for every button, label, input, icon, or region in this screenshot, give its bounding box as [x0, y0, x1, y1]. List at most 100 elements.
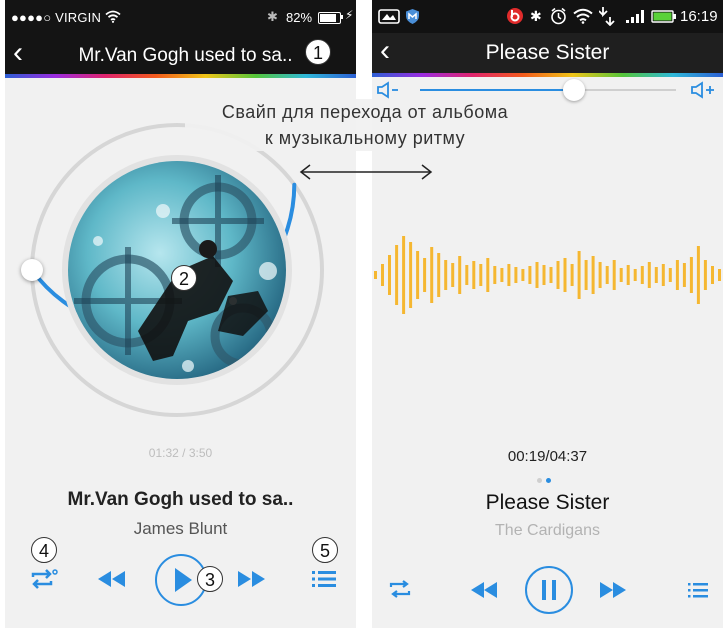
waveform-bar [444, 260, 448, 290]
callout-2: 2 [171, 265, 197, 291]
waveform-bar [591, 256, 595, 294]
clock: 16:19 [680, 8, 718, 25]
waveform-bar [556, 261, 560, 289]
volume-down-icon[interactable] [376, 81, 406, 99]
carrier-label: ●●●●○ VIRGIN [11, 10, 102, 25]
waveform-bar [381, 264, 384, 286]
waveform-bar [500, 268, 504, 282]
shield-icon [406, 9, 419, 24]
waveform-bar [640, 266, 644, 284]
waveform-bar [521, 269, 525, 281]
rhythm-waveform[interactable] [372, 230, 723, 320]
previous-button[interactable] [470, 580, 498, 600]
screenshot-icon [378, 9, 400, 24]
caption-line-2: к музыкальному ритму [264, 128, 466, 148]
waveform-bar [626, 265, 630, 285]
artist-name: James Blunt [133, 519, 228, 538]
waveform-bar [668, 268, 672, 282]
waveform-bar [451, 263, 455, 287]
swipe-caption: Свайп для перехода от альбома к музыкаль… [185, 99, 545, 151]
rainbow-divider [372, 73, 723, 77]
repeat-button[interactable] [29, 568, 59, 590]
waveform-bar [458, 256, 462, 294]
waveform-bar [718, 269, 721, 281]
waveform-bar [654, 267, 658, 283]
waveform-bar [493, 266, 497, 284]
callout-5: 5 [312, 537, 338, 563]
song-title: Mr.Van Gogh used to sa.. [67, 489, 294, 510]
data-transfer-icon [599, 7, 615, 26]
waveform-bar [388, 255, 391, 295]
playback-time: 00:19/04:37 [507, 448, 588, 465]
waveform-bar [535, 262, 539, 288]
battery-percent: 82% [286, 10, 313, 25]
page-dot [546, 478, 551, 483]
volume-slider[interactable] [420, 89, 676, 91]
playlist-icon [312, 571, 336, 587]
next-icon [238, 571, 265, 587]
bluetooth-icon: ✱ [530, 8, 542, 24]
playlist-button[interactable] [312, 570, 336, 588]
waveform-bar [486, 258, 490, 292]
volume-thumb[interactable] [562, 79, 585, 101]
waveform-bar [514, 267, 518, 283]
next-button[interactable] [237, 569, 267, 589]
playlist-button[interactable] [688, 582, 708, 598]
page-indicator [537, 470, 555, 488]
waveform-bar [661, 264, 665, 286]
repeat-icon [31, 569, 58, 589]
waveform-bar [507, 264, 511, 286]
song-title: Please Sister [485, 491, 610, 514]
waveform-bar [479, 264, 483, 286]
waveform-bar [633, 269, 637, 281]
volume-fill [420, 89, 574, 91]
waveform-bar [570, 264, 574, 286]
charging-icon: ⚡ [345, 8, 354, 22]
alarm-icon [551, 7, 566, 25]
waveform-bar [423, 258, 427, 292]
album-view-screen: ●●●●○ VIRGIN ✱ 82% ⚡ ‹ Mr.Van Gogh used … [5, 0, 356, 628]
rainbow-divider [5, 74, 356, 78]
volume-up-icon[interactable] [690, 81, 722, 99]
waveform-bar [577, 251, 581, 299]
battery-cap [341, 15, 343, 19]
repeat-icon [389, 580, 411, 598]
wifi-icon [105, 10, 121, 23]
waveform-bar [689, 257, 693, 293]
previous-icon [471, 582, 497, 598]
previous-button[interactable] [96, 569, 126, 589]
nav-bar: ‹ Mr.Van Gogh used to sa.. [5, 36, 356, 74]
waveform-bar [605, 266, 609, 284]
album-art-progress[interactable]: 2 [21, 120, 327, 420]
battery-icon [318, 12, 341, 24]
waveform-bar [696, 246, 700, 304]
pause-button[interactable] [524, 565, 574, 615]
bluetooth-icon: ✱ [267, 9, 278, 24]
waveform-bar [682, 263, 686, 287]
wifi-icon [573, 8, 593, 24]
status-bar: ✱ 16:19 [372, 0, 723, 33]
waveform-bar [374, 271, 377, 279]
waveform-bar [416, 251, 420, 299]
next-button[interactable] [599, 580, 627, 600]
waveform-bar [598, 262, 602, 288]
page-dot [537, 478, 542, 483]
waveform-bar [619, 268, 623, 282]
status-bar: ●●●●○ VIRGIN ✱ 82% ⚡ [5, 0, 356, 36]
swipe-arrow-icon [299, 164, 433, 180]
waveform-bar [402, 236, 406, 314]
waveform-bar [465, 265, 469, 285]
callout-3: 3 [197, 566, 223, 592]
waveform-bar [647, 262, 651, 288]
progress-thumb[interactable] [21, 259, 43, 281]
page-title: Please Sister [485, 41, 610, 64]
previous-icon [98, 571, 125, 587]
repeat-button[interactable] [388, 579, 412, 599]
callout-1: 1 [305, 39, 331, 65]
waveform-bar [528, 266, 532, 284]
waveform-bar [549, 267, 553, 283]
callout-4: 4 [31, 537, 57, 563]
pause-icon [525, 566, 573, 614]
caption-line-1: Свайп для перехода от альбома [221, 102, 509, 122]
waveform-bar [675, 260, 679, 290]
